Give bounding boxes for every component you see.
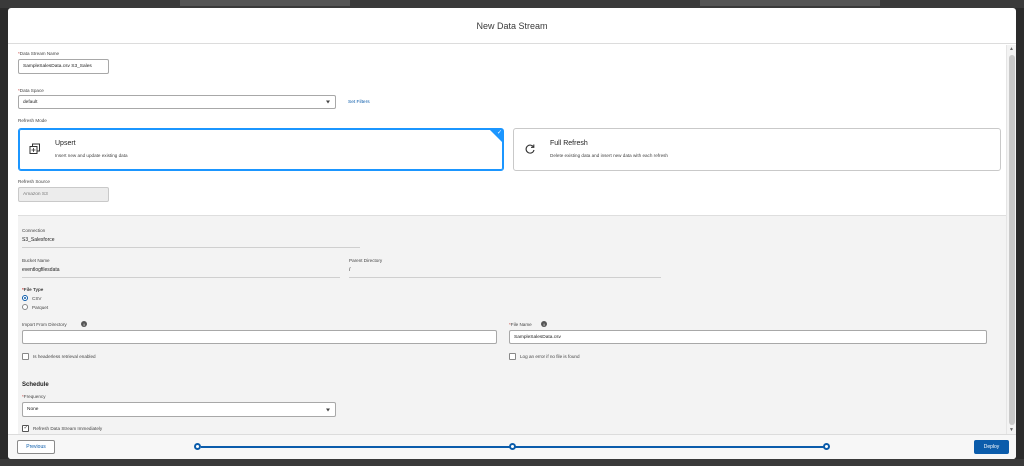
modal-footer: Previous Deploy	[8, 434, 1016, 459]
data-stream-name-label: *Data Stream Name	[18, 51, 60, 56]
refresh-mode-upsert-tile[interactable]: Upsert Insert new and update existing da…	[18, 128, 504, 171]
upsert-icon	[29, 143, 40, 154]
upsert-title: Upsert	[55, 140, 76, 147]
modal-body: *Data Stream Name SampleSalesData.csv S3…	[8, 45, 1006, 434]
previous-button[interactable]: Previous	[17, 440, 55, 454]
data-stream-name-value: SampleSalesData.csv S3_Sales	[23, 64, 92, 69]
progress-step-1	[194, 443, 201, 450]
modal-title: New Data Stream	[476, 20, 548, 31]
file-type-parquet-radio[interactable]	[22, 304, 28, 310]
scrollbar-thumb[interactable]	[1009, 55, 1015, 425]
scroll-up-icon[interactable]: ▲	[1009, 46, 1014, 52]
refresh-source-value: Amazon S3	[23, 192, 48, 197]
refresh-mode-full-refresh-tile[interactable]: Full Refresh Delete existing data and in…	[513, 128, 1001, 171]
data-space-value: default	[23, 99, 38, 105]
schedule-heading: Schedule	[22, 382, 49, 388]
modal-header: New Data Stream	[8, 8, 1016, 44]
upsert-description: Insert new and update existing data	[55, 153, 128, 158]
full-refresh-title: Full Refresh	[550, 140, 588, 147]
full-refresh-description: Delete existing data and insert new data…	[550, 153, 668, 158]
set-filters-link[interactable]: Set Filters	[348, 100, 370, 105]
chevron-down-icon	[326, 408, 330, 411]
file-name-value: SampleSalesData.csv	[514, 334, 561, 340]
parent-directory-underline	[349, 277, 661, 278]
check-icon: ✓	[496, 130, 502, 136]
check-icon: ✓	[23, 425, 29, 431]
bucket-name-underline	[22, 277, 340, 278]
connection-section: Connection S3_Salesforce Bucket Name eve…	[18, 215, 1006, 434]
refresh-immediately-checkbox[interactable]: ✓	[22, 425, 29, 432]
refresh-immediately-label: Refresh Data Stream Immediately	[33, 426, 103, 431]
vertical-scrollbar[interactable]: ▲ ▼	[1006, 45, 1016, 434]
refresh-icon	[525, 144, 535, 154]
log-error-checkbox[interactable]	[509, 353, 516, 360]
progress-step-3	[823, 443, 830, 450]
data-space-label: *Data Space	[18, 88, 44, 93]
data-space-select[interactable]: default	[18, 95, 336, 109]
headerless-checkbox-label: Is headerless retrieval enabled	[33, 354, 96, 359]
file-name-input[interactable]: SampleSalesData.csv	[509, 330, 987, 344]
bucket-name-label: Bucket Name	[22, 258, 50, 263]
file-type-parquet-label: Parquet	[32, 305, 49, 310]
connection-underline	[22, 247, 360, 248]
backdrop-top	[0, 0, 1024, 8]
connection-label: Connection	[22, 228, 46, 233]
backdrop-bottom	[0, 459, 1024, 466]
file-name-info-icon[interactable]: i	[541, 321, 547, 327]
chevron-down-icon	[326, 100, 330, 104]
file-name-label: *File Name	[509, 322, 532, 327]
parent-directory-label: Parent Directory	[349, 258, 383, 263]
connection-value: S3_Salesforce	[22, 237, 55, 243]
deploy-button[interactable]: Deploy	[974, 440, 1009, 454]
info-icon[interactable]: i	[81, 321, 87, 327]
headerless-checkbox[interactable]	[22, 353, 29, 360]
bucket-name-value: eventlogfilesdata	[22, 267, 60, 273]
frequency-select[interactable]: None	[22, 402, 336, 417]
file-type-csv-label: CSV	[32, 296, 42, 301]
file-type-csv-radio[interactable]	[22, 295, 28, 301]
new-data-stream-modal: New Data Stream *Data Stream Name Sample…	[8, 8, 1016, 459]
refresh-source-input: Amazon S3	[18, 187, 109, 202]
scroll-down-icon[interactable]: ▼	[1009, 427, 1014, 433]
frequency-label: *Frequency	[22, 394, 46, 399]
refresh-mode-label: Refresh Mode	[18, 118, 47, 123]
refresh-source-label: Refresh Source	[18, 179, 50, 184]
file-type-label: *File Type	[22, 287, 44, 292]
parent-directory-value: /	[349, 267, 351, 273]
progress-step-2	[509, 443, 516, 450]
data-stream-name-input[interactable]: SampleSalesData.csv S3_Sales	[18, 59, 109, 74]
frequency-value: None	[27, 407, 39, 412]
import-from-directory-label: Import From Directory	[22, 322, 67, 327]
log-error-checkbox-label: Log an error if no file is found	[520, 354, 580, 359]
import-from-directory-input[interactable]	[22, 330, 497, 344]
